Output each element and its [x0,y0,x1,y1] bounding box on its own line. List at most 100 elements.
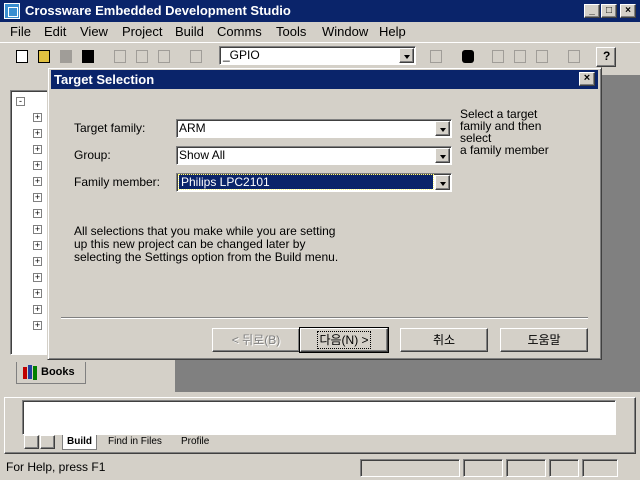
menu-bar: File Edit View Project Build Comms Tools… [0,22,640,42]
new-file-button[interactable] [12,47,32,67]
family-member-select[interactable]: Philips LPC2101 [176,173,452,192]
build-icon [492,50,504,63]
tree-expand-icon[interactable]: + [33,209,42,218]
menu-help[interactable]: Help [379,24,406,39]
tree-expand-icon[interactable]: + [33,129,42,138]
toolbar-combo-value: _GPIO [223,48,260,62]
cancel-button[interactable]: 취소 [400,328,488,352]
tree-expand-icon[interactable]: + [33,305,42,314]
chevron-down-icon[interactable] [435,175,450,190]
menu-project[interactable]: Project [122,24,162,39]
status-text: For Help, press F1 [6,460,106,474]
family-member-label: Family member: [74,175,161,189]
cut-button[interactable] [110,47,130,67]
app-icon [4,3,20,19]
tree-expand-icon[interactable]: + [33,145,42,154]
stop-build-icon [536,50,548,63]
output-text-area[interactable] [22,400,616,435]
dialog-titlebar: Target Selection × [51,70,598,89]
tree-expand-icon[interactable]: + [33,161,42,170]
tree-expand-icon[interactable]: + [33,113,42,122]
hint-line: a family member [460,143,549,157]
dialog-close-button[interactable]: × [579,72,595,86]
new-file-icon [16,50,28,63]
status-panel [506,459,546,477]
tree-expand-icon[interactable]: + [33,241,42,250]
compile-icon [430,50,442,63]
back-button[interactable]: < 뒤로(B) [212,328,300,352]
find-button[interactable] [458,47,478,67]
debug-button[interactable] [564,47,584,67]
tree-collapse-icon[interactable]: - [16,97,25,106]
context-help-button[interactable]: ? [596,47,616,67]
note-line: selecting the Settings option from the B… [74,250,339,264]
group-label: Group: [74,148,111,162]
tree-expand-icon[interactable]: + [33,225,42,234]
print-button[interactable] [186,47,206,67]
minimize-button[interactable]: _ [584,4,600,18]
next-button-label: 다음(N) > [317,331,371,349]
cut-icon [114,50,126,63]
copy-button[interactable] [132,47,152,67]
tree-expand-icon[interactable]: + [33,257,42,266]
tab-scroll-right-button[interactable] [40,435,55,449]
compile-button[interactable] [426,47,446,67]
chevron-down-icon[interactable] [399,48,414,63]
target-family-label: Target family: [74,121,146,135]
family-member-value: Philips LPC2101 [178,174,434,190]
menu-comms[interactable]: Comms [217,24,262,39]
tab-profile[interactable]: Profile [177,435,213,450]
app-titlebar: Crossware Embedded Development Studio _ … [0,0,640,22]
save-button[interactable] [56,47,76,67]
open-button[interactable] [34,47,54,67]
tree-expand-icon[interactable]: + [33,321,42,330]
menu-window[interactable]: Window [322,24,368,39]
status-panel [582,459,618,477]
chevron-down-icon[interactable] [435,121,450,136]
toolbar-combo[interactable]: _GPIO [219,46,416,65]
tree-expand-icon[interactable]: + [33,273,42,282]
maximize-button[interactable]: □ [601,4,617,18]
books-icon [23,365,37,379]
rebuild-button[interactable] [510,47,530,67]
menu-tools[interactable]: Tools [276,24,306,39]
tree-expand-icon[interactable]: + [33,193,42,202]
help-button-label: 도움말 [527,333,561,347]
menu-edit[interactable]: Edit [44,24,66,39]
copy-icon [136,50,148,63]
rebuild-icon [514,50,526,63]
print-icon [190,50,202,63]
next-button[interactable]: 다음(N) > [299,327,389,353]
menu-view[interactable]: View [80,24,108,39]
back-button-label: < 뒤로(B) [231,333,281,347]
chevron-down-icon[interactable] [435,148,450,163]
tab-scroll-left-button[interactable] [24,435,39,449]
output-tabs: Build Find in Files Profile [22,435,616,451]
target-family-value: ARM [179,121,206,135]
group-select[interactable]: Show All [176,146,452,165]
menu-file[interactable]: File [10,24,31,39]
paste-button[interactable] [154,47,174,67]
cancel-button-label: 취소 [432,333,456,347]
dialog-separator [61,317,588,319]
books-tab-label: Books [41,366,75,378]
build-button[interactable] [488,47,508,67]
close-button[interactable]: × [620,4,636,18]
save-all-button[interactable] [78,47,98,67]
tree-expand-icon[interactable]: + [33,177,42,186]
stop-build-button[interactable] [532,47,552,67]
tab-find-in-files[interactable]: Find in Files [104,435,166,450]
books-tab[interactable]: Books [16,362,86,384]
tab-build[interactable]: Build [62,435,97,450]
target-family-select[interactable]: ARM [176,119,452,138]
open-folder-icon [38,50,50,63]
menu-build[interactable]: Build [175,24,204,39]
target-selection-dialog: Target Selection × Target family: ARM Gr… [47,67,602,360]
dialog-title: Target Selection [54,72,155,87]
help-button[interactable]: 도움말 [500,328,588,352]
debug-icon [568,50,580,63]
tree-expand-icon[interactable]: + [33,289,42,298]
app-title: Crossware Embedded Development Studio [25,3,291,18]
help-question-icon: ? [603,49,611,63]
status-panel [463,459,503,477]
